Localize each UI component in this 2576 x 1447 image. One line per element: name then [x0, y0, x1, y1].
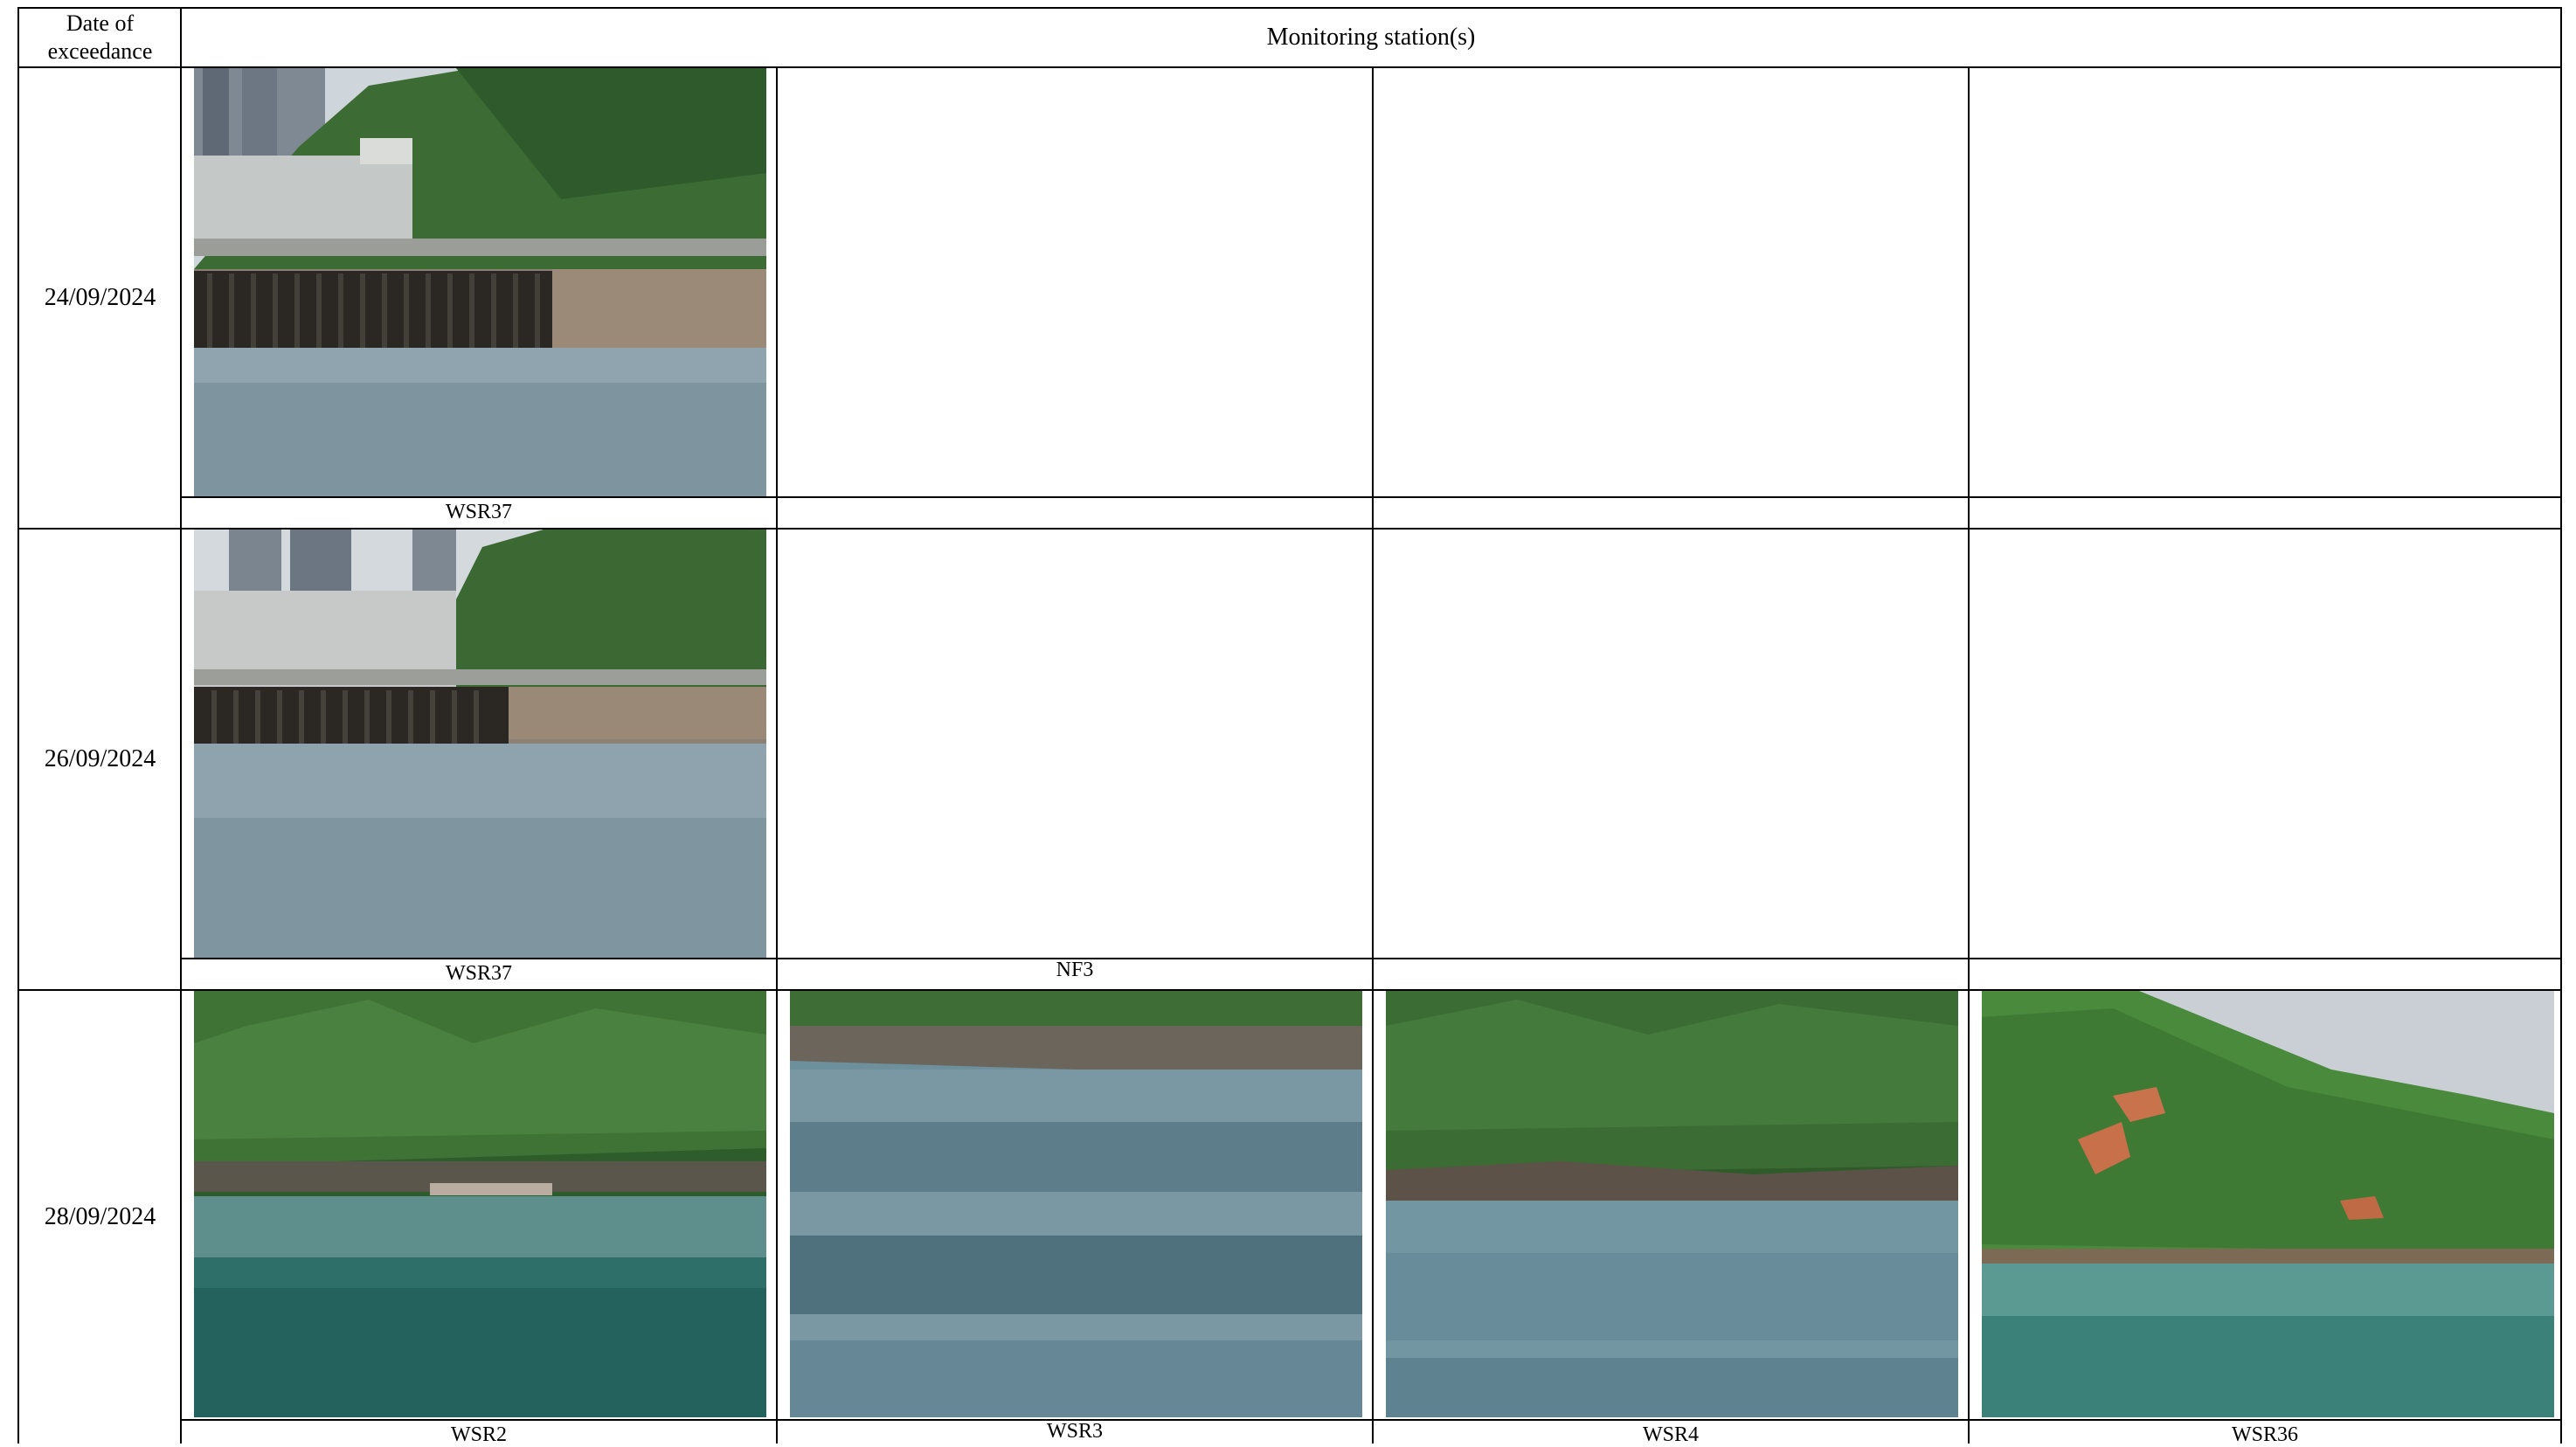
col-divider-3: [1968, 66, 1970, 1444]
photo-wsr37-24: [194, 68, 766, 496]
caption-row1-col1: WSR37: [445, 501, 512, 523]
photo-wsr36: [1982, 991, 2554, 1417]
caption-row2-col1: WSR37: [445, 962, 512, 985]
header-monitoring-stations: Monitoring station(s): [1266, 24, 1476, 51]
table-right-border: [2560, 7, 2562, 1444]
photo-wsr2: [194, 991, 766, 1417]
photo-wsr4: [1386, 991, 1958, 1417]
row-date-3: 28/09/2024: [44, 1203, 156, 1230]
row-date-2: 26/09/2024: [44, 745, 156, 772]
col-divider-2: [1372, 66, 1374, 1444]
caption-row2-col2: NF3: [1056, 959, 1094, 981]
row-date-1: 24/09/2024: [44, 284, 156, 311]
caption-row3-col2: WSR3: [1046, 1420, 1103, 1443]
photo-wsr3: [790, 991, 1362, 1417]
photo-wsr37-26: [194, 530, 766, 958]
header-date-of-exceedance: Date of exceedance: [47, 10, 153, 64]
col-divider-1: [776, 66, 778, 1444]
